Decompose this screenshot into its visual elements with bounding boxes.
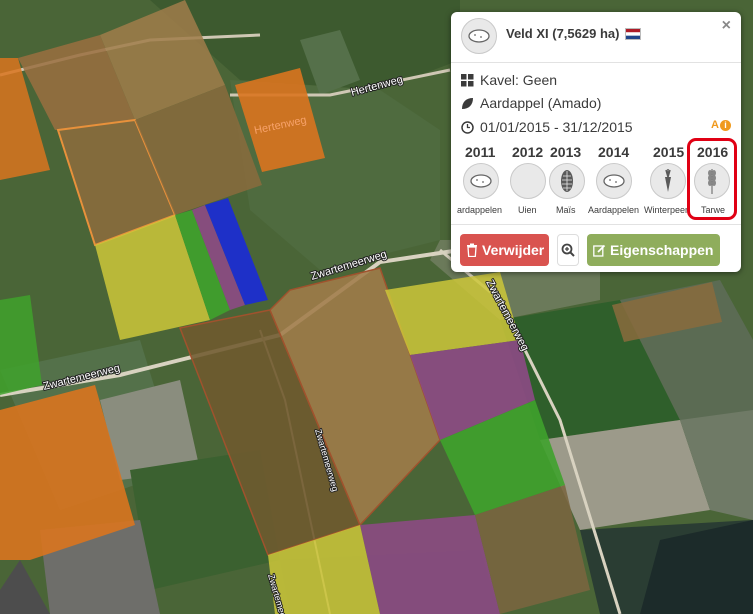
delete-label: Verwijder (482, 242, 545, 258)
properties-label: Eigenschappen (610, 242, 714, 258)
history-year-2012: 2012 (512, 144, 544, 160)
info-icon: i (720, 119, 731, 131)
dutch-flag-icon (625, 28, 641, 40)
field-info-popup: Veld XI (7,5629 ha) × Kavel: Geen Aardap… (451, 12, 741, 272)
history-label-2015: Winterpeen (644, 205, 691, 215)
period-text: 01/01/2015 - 31/12/2015 (480, 119, 633, 135)
potato-icon[interactable] (463, 163, 499, 199)
crop-text: Aardappel (Amado) (480, 95, 602, 111)
ai-badge[interactable]: Ai (711, 119, 731, 131)
history-label-2014: Aardappelen (588, 205, 640, 215)
field-title: Veld XI (7,5629 ha) (506, 26, 620, 41)
period-row: 01/01/2015 - 31/12/2015 (461, 119, 633, 135)
grid-icon (461, 73, 474, 86)
close-button[interactable]: × (722, 17, 731, 35)
zoom-button[interactable] (557, 234, 579, 266)
popup-header: Veld XI (7,5629 ha) × (451, 12, 741, 63)
onion-icon[interactable] (510, 163, 546, 199)
leaf-icon (462, 97, 473, 109)
kavel-row: Kavel: Geen (461, 72, 557, 88)
clock-icon (461, 120, 474, 134)
delete-button[interactable]: Verwijder (460, 234, 549, 266)
trash-icon (467, 243, 477, 257)
history-label-2013: Maïs (556, 205, 576, 215)
potato-icon[interactable] (596, 163, 632, 199)
history-label-2011: ardappelen (457, 205, 503, 215)
carrot-icon[interactable] (650, 163, 686, 199)
potato-icon (461, 18, 497, 54)
history-label-2012: Uien (518, 205, 537, 215)
history-year-2014: 2014 (598, 144, 630, 160)
highlight-2016 (687, 138, 737, 220)
crop-row: Aardappel (Amado) (461, 95, 601, 111)
history-year-2013: 2013 (550, 144, 582, 160)
zoom-in-icon (561, 243, 575, 257)
kavel-text: Kavel: Geen (480, 72, 558, 88)
divider (451, 224, 741, 225)
edit-icon (593, 244, 606, 257)
corn-icon[interactable] (549, 163, 585, 199)
history-year-2011: 2011 (465, 144, 496, 160)
history-year-2015: 2015 (653, 144, 685, 160)
properties-button[interactable]: Eigenschappen (587, 234, 720, 266)
